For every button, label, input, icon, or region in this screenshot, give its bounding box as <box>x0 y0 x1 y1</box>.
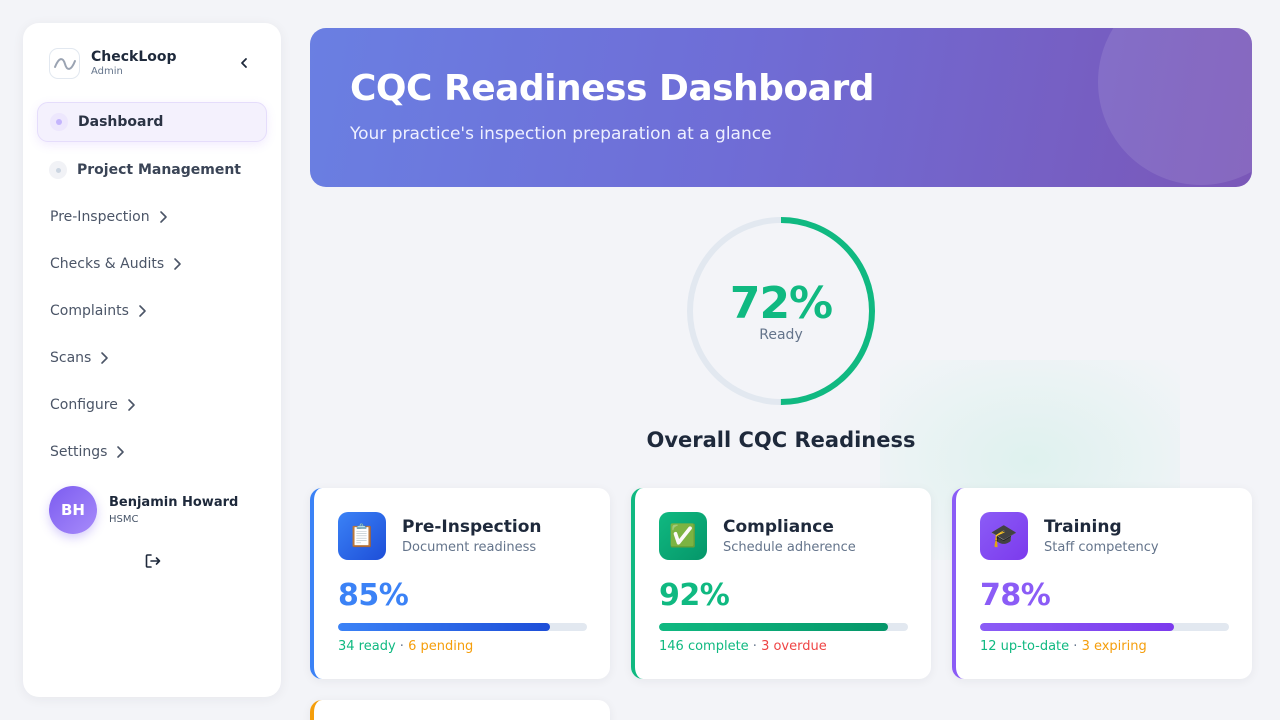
nav-group-label: Complaints <box>50 303 129 319</box>
nav-group-label: Settings <box>50 444 108 460</box>
logout-button[interactable] <box>142 550 164 572</box>
avatar: BH <box>49 486 97 534</box>
nav-group-configure[interactable]: Configure <box>50 392 136 418</box>
nav-item-label: Project Management <box>77 162 241 178</box>
card-training[interactable]: 🎓 Training Staff competency 78% 12 up-to… <box>952 488 1252 679</box>
nav-group-settings[interactable]: Settings <box>50 439 125 465</box>
page-title: CQC Readiness Dashboard <box>350 68 875 109</box>
stat-other: 3 overdue <box>761 639 827 654</box>
sidebar: CheckLoop Admin Dashboard Project Manage… <box>23 23 281 697</box>
nav-group-label: Checks & Audits <box>50 256 165 272</box>
collapse-sidebar-button[interactable] <box>234 53 254 73</box>
nav-group-checks-audits[interactable]: Checks & Audits <box>50 251 182 277</box>
card-percent: 85% <box>338 578 409 613</box>
app-role: Admin <box>91 66 123 77</box>
chevron-right-icon <box>137 304 147 318</box>
chevron-left-icon <box>241 58 247 68</box>
stat-separator: · <box>395 639 409 654</box>
card-percent: 78% <box>980 578 1051 613</box>
checkloop-logo-icon <box>49 48 80 79</box>
progress-fill <box>338 623 550 631</box>
card-title: Training <box>1044 517 1122 537</box>
stat-separator: · <box>1069 639 1082 654</box>
dashboard-banner: CQC Readiness Dashboard Your practice's … <box>310 28 1252 187</box>
stat-other: 3 expiring <box>1081 639 1147 654</box>
chevron-right-icon <box>115 445 125 459</box>
page-subtitle: Your practice's inspection preparation a… <box>350 124 772 144</box>
readiness-label: Ready <box>759 327 803 343</box>
progress-track <box>659 623 908 631</box>
stat-good: 146 complete <box>659 639 749 654</box>
stat-good: 34 ready <box>338 639 396 654</box>
nav-group-label: Configure <box>50 397 118 413</box>
check-mark-icon: ✅ <box>659 512 707 560</box>
card-stats: 34 ready · 6 pending <box>338 639 473 654</box>
readiness-percent: 72% <box>729 278 833 329</box>
nav-group-complaints[interactable]: Complaints <box>50 298 147 324</box>
progress-fill <box>980 623 1175 631</box>
user-role: HSMC <box>109 513 139 525</box>
nav-group-scans[interactable]: Scans <box>50 345 109 371</box>
card-subtitle: Staff competency <box>1044 540 1159 555</box>
nav-item-project-management[interactable]: Project Management <box>37 150 267 190</box>
logout-icon <box>145 554 161 568</box>
chevron-right-icon <box>172 257 182 271</box>
stat-separator: · <box>748 639 762 654</box>
banner-decoration <box>1098 28 1252 185</box>
card-stats: 12 up-to-date · 3 expiring <box>980 639 1147 654</box>
user-profile[interactable]: BH Benjamin Howard HSMC <box>49 486 238 534</box>
card-stats: 146 complete · 3 overdue <box>659 639 827 654</box>
nav-item-dashboard[interactable]: Dashboard <box>37 102 267 142</box>
clipboard-icon: 📋 <box>338 512 386 560</box>
card-subtitle: Schedule adherence <box>723 540 856 555</box>
chevron-right-icon <box>126 398 136 412</box>
nav-group-label: Pre-Inspection <box>50 209 150 225</box>
card-subtitle: Document readiness <box>402 540 537 555</box>
user-name: Benjamin Howard <box>109 494 239 510</box>
chevron-right-icon <box>99 351 109 365</box>
readiness-title: Overall CQC Readiness <box>646 428 916 452</box>
card-percent: 92% <box>659 578 730 613</box>
stat-good: 12 up-to-date <box>980 639 1070 654</box>
nav-item-label: Dashboard <box>78 114 164 130</box>
brand[interactable]: CheckLoop Admin <box>49 48 177 79</box>
project-management-dot-icon <box>49 161 67 179</box>
card-title: Compliance <box>723 517 834 537</box>
card-pre-inspection[interactable]: 📋 Pre-Inspection Document readiness 85% … <box>310 488 610 679</box>
card-compliance[interactable]: ✅ Compliance Schedule adherence 92% 146 … <box>631 488 931 679</box>
app-name: CheckLoop <box>91 49 177 65</box>
nav-group-label: Scans <box>50 350 92 366</box>
progress-track <box>338 623 587 631</box>
progress-track <box>980 623 1229 631</box>
stat-other: 6 pending <box>408 639 474 654</box>
progress-fill <box>659 623 889 631</box>
chevron-right-icon <box>158 210 168 224</box>
nav-group-pre-inspection[interactable]: Pre-Inspection <box>50 204 168 230</box>
graduation-cap-icon: 🎓 <box>980 512 1028 560</box>
card-partial[interactable] <box>310 700 610 720</box>
card-title: Pre-Inspection <box>402 517 542 537</box>
dashboard-dot-icon <box>50 113 68 131</box>
